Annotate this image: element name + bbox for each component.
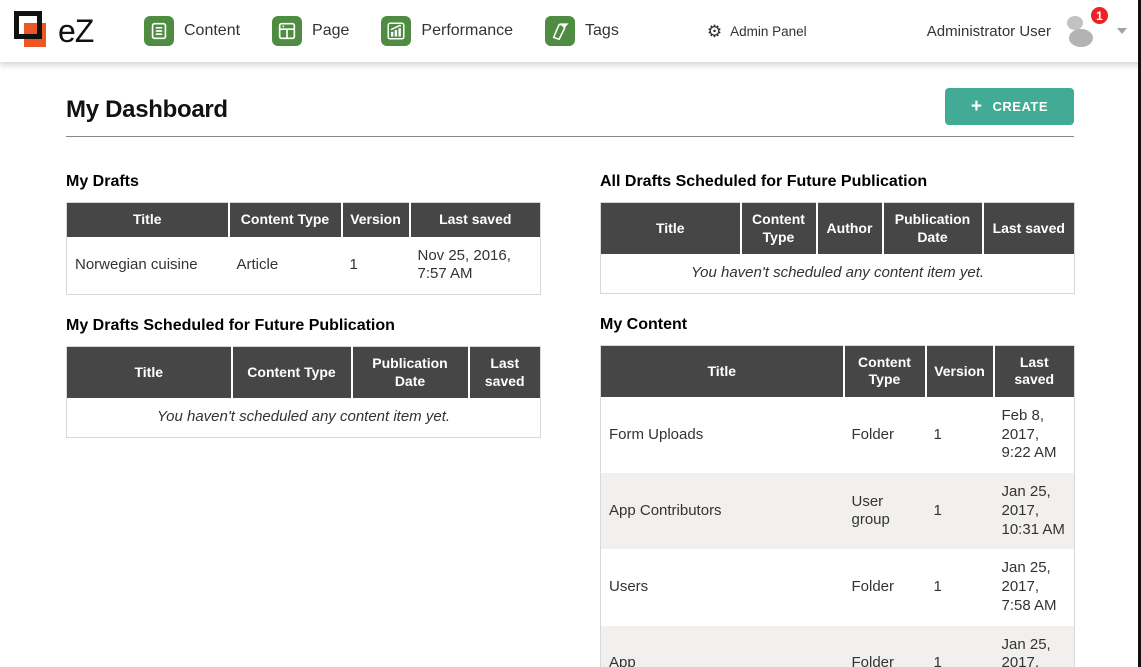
- my-content-section: My Content Title Content Type Version La…: [600, 316, 1074, 667]
- ez-logo-mark-icon: [12, 9, 56, 53]
- cell-version: 1: [926, 549, 994, 625]
- column-header: Last saved: [983, 203, 1075, 255]
- right-column: All Drafts Scheduled for Future Publicat…: [600, 151, 1074, 667]
- table-row[interactable]: Form Uploads Folder 1 Feb 8, 2017, 9:22 …: [601, 397, 1075, 473]
- cell-version: 1: [926, 397, 994, 473]
- section-title-my-content: My Content: [600, 316, 1074, 334]
- column-header: Content Type: [741, 203, 817, 255]
- tags-icon: [545, 16, 575, 46]
- nav-item-label: Page: [312, 22, 349, 40]
- user-name: Administrator User: [927, 23, 1051, 40]
- column-header: Title: [67, 203, 229, 237]
- my-drafts-table: Title Content Type Version Last saved No…: [66, 202, 541, 295]
- notification-badge: 1: [1090, 6, 1109, 25]
- main-menu: Content Page: [128, 8, 635, 54]
- table-row[interactable]: Users Folder 1 Jan 25, 2017, 7:58 AM: [601, 549, 1075, 625]
- app-window: eZ Content: [0, 0, 1141, 667]
- table-row[interactable]: App Contributors User group 1 Jan 25, 20…: [601, 473, 1075, 549]
- column-header: Publication Date: [883, 203, 983, 255]
- my-drafts-scheduled-section: My Drafts Scheduled for Future Publicati…: [66, 317, 540, 438]
- cell-title: Form Uploads: [601, 397, 844, 473]
- section-title-my-drafts: My Drafts: [66, 173, 540, 191]
- dashboard-main: My Dashboard + CREATE My Drafts Title Co: [0, 62, 1141, 667]
- create-button[interactable]: + CREATE: [945, 88, 1074, 125]
- user-avatar[interactable]: 1: [1061, 12, 1105, 50]
- column-header: Content Type: [844, 345, 926, 397]
- nav-item-page[interactable]: Page: [256, 8, 365, 54]
- my-drafts-section: My Drafts Title Content Type Version Las…: [66, 173, 540, 295]
- cell-last-saved: Jan 25, 2017, 10:31 AM: [994, 473, 1075, 549]
- cell-title: Norwegian cuisine: [67, 237, 229, 295]
- top-navbar: eZ Content: [0, 0, 1141, 62]
- column-header: Title: [601, 203, 741, 255]
- my-drafts-scheduled-table: Title Content Type Publication Date Last…: [66, 346, 541, 438]
- left-column: My Drafts Title Content Type Version Las…: [66, 151, 540, 667]
- cell-version: 1: [342, 237, 410, 295]
- all-drafts-scheduled-section: All Drafts Scheduled for Future Publicat…: [600, 173, 1074, 294]
- empty-state-row: You haven't scheduled any content item y…: [601, 254, 1075, 293]
- nav-item-label: Tags: [585, 22, 619, 40]
- gear-icon: ⚙: [707, 23, 722, 40]
- cell-content-type: User group: [844, 473, 926, 549]
- cell-content-type: Folder: [844, 549, 926, 625]
- my-content-table: Title Content Type Version Last saved Fo…: [600, 345, 1075, 667]
- empty-message: You haven't scheduled any content item y…: [601, 254, 1075, 293]
- content-icon: [144, 16, 174, 46]
- column-header: Title: [601, 345, 844, 397]
- all-drafts-scheduled-table: Title Content Type Author Publication Da…: [600, 202, 1075, 294]
- table-row[interactable]: App Folder 1 Jan 25, 2017, 7:55 AM: [601, 626, 1075, 667]
- create-button-label: CREATE: [993, 99, 1048, 114]
- cell-title: Users: [601, 549, 844, 625]
- cell-last-saved: Nov 25, 2016, 7:57 AM: [410, 237, 541, 295]
- cell-last-saved: Feb 8, 2017, 9:22 AM: [994, 397, 1075, 473]
- section-title-all-drafts-scheduled: All Drafts Scheduled for Future Publicat…: [600, 173, 1074, 191]
- nav-item-content[interactable]: Content: [128, 8, 256, 54]
- page-title: My Dashboard: [66, 96, 228, 130]
- chevron-down-icon[interactable]: [1117, 28, 1127, 34]
- page-icon: [272, 16, 302, 46]
- cell-last-saved: Jan 25, 2017, 7:58 AM: [994, 549, 1075, 625]
- table-header-row: Title Content Type Author Publication Da…: [601, 203, 1075, 255]
- cell-version: 1: [926, 473, 994, 549]
- dashboard-grid: My Drafts Title Content Type Version Las…: [66, 151, 1074, 667]
- nav-item-label: Performance: [421, 22, 513, 40]
- empty-state-row: You haven't scheduled any content item y…: [67, 398, 541, 437]
- empty-message: You haven't scheduled any content item y…: [67, 398, 541, 437]
- cell-content-type: Folder: [844, 397, 926, 473]
- nav-item-tags[interactable]: Tags: [529, 8, 635, 54]
- column-header: Last saved: [994, 345, 1075, 397]
- performance-icon: [381, 16, 411, 46]
- plus-icon: +: [971, 99, 983, 114]
- column-header: Content Type: [229, 203, 342, 237]
- admin-panel-label: Admin Panel: [730, 24, 807, 39]
- column-header: Last saved: [469, 347, 541, 399]
- cell-title: App: [601, 626, 844, 667]
- ez-logo-text: eZ: [58, 13, 93, 50]
- nav-item-label: Content: [184, 22, 240, 40]
- page-header: My Dashboard + CREATE: [66, 88, 1074, 137]
- table-header-row: Title Content Type Version Last saved: [67, 203, 541, 237]
- user-area: Administrator User 1: [927, 12, 1127, 50]
- table-header-row: Title Content Type Version Last saved: [601, 345, 1075, 397]
- column-header: Author: [817, 203, 883, 255]
- table-header-row: Title Content Type Publication Date Last…: [67, 347, 541, 399]
- cell-last-saved: Jan 25, 2017, 7:55 AM: [994, 626, 1075, 667]
- column-header: Version: [342, 203, 410, 237]
- section-title-my-drafts-scheduled: My Drafts Scheduled for Future Publicati…: [66, 317, 540, 335]
- column-header: Version: [926, 345, 994, 397]
- column-header: Title: [67, 347, 232, 399]
- column-header: Last saved: [410, 203, 541, 237]
- cell-content-type: Article: [229, 237, 342, 295]
- table-row[interactable]: Norwegian cuisine Article 1 Nov 25, 2016…: [67, 237, 541, 295]
- cell-title: App Contributors: [601, 473, 844, 549]
- admin-panel-menu[interactable]: ⚙ Admin Panel: [707, 23, 807, 40]
- ez-logo[interactable]: eZ: [12, 9, 108, 53]
- column-header: Content Type: [232, 347, 352, 399]
- cell-content-type: Folder: [844, 626, 926, 667]
- cell-version: 1: [926, 626, 994, 667]
- column-header: Publication Date: [352, 347, 469, 399]
- nav-item-performance[interactable]: Performance: [365, 8, 529, 54]
